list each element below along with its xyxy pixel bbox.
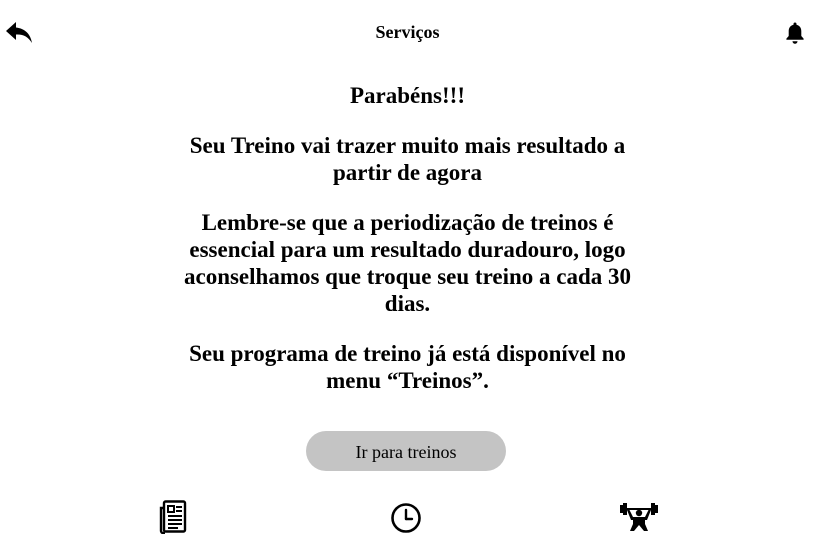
page-title: Serviços: [375, 22, 440, 42]
bell-icon: [786, 22, 804, 44]
notifications-button[interactable]: [785, 21, 805, 45]
app-header: Serviços: [0, 0, 815, 66]
congrats-heading: Parabéns!!!: [350, 83, 465, 108]
bottom-navigation: [0, 495, 815, 553]
nav-item-workouts[interactable]: [620, 502, 658, 532]
result-message: Seu Treino vai trazer muito mais resulta…: [189, 133, 626, 185]
newspaper-icon: [159, 500, 187, 534]
go-to-workouts-button[interactable]: Ir para treinos: [306, 431, 506, 471]
program-message: Seu programa de treino já está disponíve…: [189, 341, 626, 393]
nav-item-news[interactable]: [159, 500, 187, 534]
periodization-message: Lembre-se que a periodização de treinos …: [183, 210, 632, 316]
clock-icon: [391, 503, 421, 533]
nav-item-history[interactable]: [390, 502, 422, 534]
congrats-message-area: Parabéns!!! Seu Treino vai trazer muito …: [0, 80, 815, 394]
weightlifter-icon: [620, 503, 658, 531]
